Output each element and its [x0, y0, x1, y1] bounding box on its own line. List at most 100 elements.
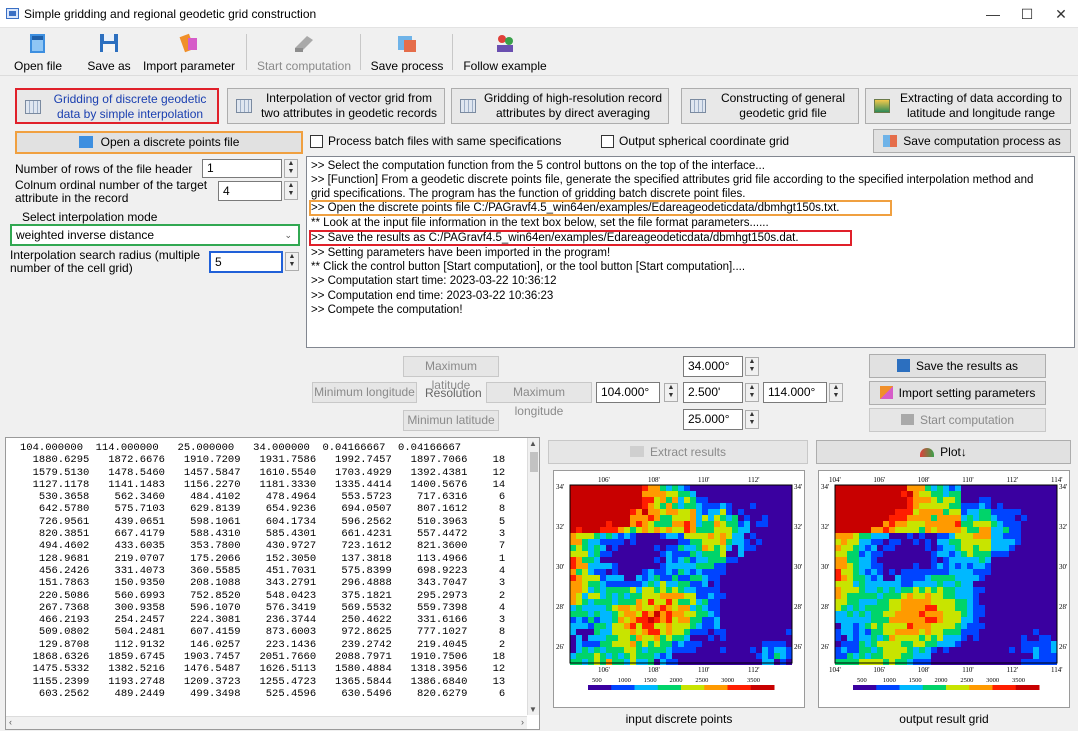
raster-cell: [600, 647, 606, 653]
function-general-grid-button[interactable]: Constructing of general geodetic grid fi…: [681, 88, 859, 124]
raster-cell: [1015, 629, 1021, 635]
open-discrete-points-button[interactable]: Open a discrete points file: [15, 131, 303, 154]
raster-cell: [985, 515, 991, 521]
raster-cell: [594, 575, 600, 581]
plot-button[interactable]: Plot↓: [816, 440, 1071, 464]
function-gridding-discrete-button[interactable]: Gridding of discrete geodetic data by si…: [15, 88, 219, 124]
raster-cell: [1039, 587, 1045, 593]
log-output[interactable]: >> Select the computation function from …: [306, 156, 1075, 348]
raster-cell: [949, 569, 955, 575]
raster-cell: [636, 593, 642, 599]
raster-cell: [690, 647, 696, 653]
horizontal-scrollbar[interactable]: ‹ ›: [6, 716, 527, 729]
start-computation-button[interactable]: Start computation: [869, 408, 1046, 432]
save-computation-process-button[interactable]: Save computation process as: [873, 129, 1071, 153]
raster-cell: [630, 533, 636, 539]
header-rows-input[interactable]: 1: [202, 159, 282, 178]
scroll-right-icon[interactable]: ›: [521, 717, 524, 727]
raster-cell: [636, 563, 642, 569]
raster-cell: [642, 491, 648, 497]
open-file-button[interactable]: Open file: [6, 30, 70, 74]
resolution-spinner[interactable]: ▲ ▼: [745, 383, 759, 402]
colorbar-segment: [588, 685, 612, 690]
raster-cell: [955, 629, 961, 635]
colorbar-tick: 3000: [721, 677, 734, 684]
function-vector-grid-button[interactable]: Interpolation of vector grid from two at…: [227, 88, 445, 124]
raster-cell: [979, 563, 985, 569]
raster-cell: [925, 527, 931, 533]
min-lat-spinner[interactable]: ▲ ▼: [745, 410, 759, 429]
raster-cell: [648, 521, 654, 527]
raster-cell: [678, 485, 684, 491]
import-settings-button[interactable]: Import setting parameters: [869, 381, 1046, 405]
vertical-scrollbar[interactable]: ▲ ▼: [527, 438, 539, 715]
raster-cell: [1051, 527, 1057, 533]
extract-results-button[interactable]: Extract results: [548, 440, 808, 464]
raster-cell: [660, 647, 666, 653]
scrollbar-thumb[interactable]: [530, 452, 538, 472]
follow-example-button[interactable]: Follow example: [458, 30, 552, 74]
start-computation-tool-button[interactable]: Start computation: [254, 30, 354, 74]
lon-tick-top: 104': [829, 476, 841, 484]
raster-cell: [702, 539, 708, 545]
raster-cell: [877, 491, 883, 497]
raster-cell: [859, 497, 865, 503]
save-process-button[interactable]: Save process: [366, 30, 448, 74]
raster-cell: [913, 611, 919, 617]
radius-input[interactable]: 5: [209, 251, 283, 273]
raster-cell: [841, 629, 847, 635]
raster-cell: [648, 611, 654, 617]
raster-cell: [883, 599, 889, 605]
raster-cell: [690, 641, 696, 647]
max-lon-spinner[interactable]: ▲ ▼: [829, 383, 843, 402]
raster-cell: [847, 551, 853, 557]
raster-cell: [931, 611, 937, 617]
raster-cell: [636, 503, 642, 509]
import-parameter-button[interactable]: Import parameter: [142, 30, 236, 74]
min-lon-input[interactable]: 104.000°: [596, 382, 660, 403]
scroll-down-icon[interactable]: ▼: [529, 705, 537, 714]
batch-checkbox[interactable]: [310, 135, 323, 148]
raster-cell: [1027, 617, 1033, 623]
raster-cell: [780, 587, 786, 593]
scroll-up-icon[interactable]: ▲: [529, 439, 537, 448]
spherical-checkbox[interactable]: [601, 135, 614, 148]
raster-cell: [582, 539, 588, 545]
min-lon-spinner[interactable]: ▲ ▼: [664, 383, 678, 402]
function-extract-range-button[interactable]: Extracting of data according to latitude…: [865, 88, 1071, 124]
ordinal-input[interactable]: 4: [218, 181, 282, 201]
raster-cell: [1051, 503, 1057, 509]
close-button[interactable]: ✕: [1051, 5, 1071, 23]
raster-cell: [859, 485, 865, 491]
interp-mode-select[interactable]: weighted inverse distance ⌄: [10, 224, 300, 246]
min-lat-input[interactable]: 25.000°: [683, 409, 743, 430]
raster-cell: [654, 599, 660, 605]
radius-spinner[interactable]: ▲ ▼: [285, 252, 299, 271]
maximize-button[interactable]: ☐: [1017, 5, 1037, 23]
raster-cell: [618, 653, 624, 659]
raster-cell: [997, 617, 1003, 623]
header-rows-spinner[interactable]: ▲ ▼: [284, 159, 298, 178]
raster-cell: [985, 629, 991, 635]
raster-cell: [925, 557, 931, 563]
raster-cell: [600, 641, 606, 647]
minimize-button[interactable]: —: [983, 5, 1003, 23]
raster-cell: [744, 599, 750, 605]
raster-cell: [624, 521, 630, 527]
max-lon-input[interactable]: 114.000°: [763, 382, 827, 403]
raster-cell: [702, 593, 708, 599]
function-high-resolution-button[interactable]: Gridding of high-resolution record attri…: [451, 88, 669, 124]
save-as-button[interactable]: Save as: [80, 30, 138, 74]
file-preview-textbox[interactable]: 104.000000 114.000000 25.000000 34.00000…: [5, 437, 540, 730]
raster-cell: [973, 521, 979, 527]
ordinal-spinner[interactable]: ▲ ▼: [284, 181, 298, 200]
max-lat-spinner[interactable]: ▲ ▼: [745, 357, 759, 376]
save-results-button[interactable]: Save the results as: [869, 354, 1046, 378]
raster-cell: [684, 599, 690, 605]
scroll-left-icon[interactable]: ‹: [9, 717, 12, 727]
max-lat-input[interactable]: 34.000°: [683, 356, 743, 377]
raster-cell: [991, 503, 997, 509]
raster-cell: [576, 581, 582, 587]
resolution-input[interactable]: 2.500': [683, 382, 743, 403]
raster-cell: [1039, 545, 1045, 551]
